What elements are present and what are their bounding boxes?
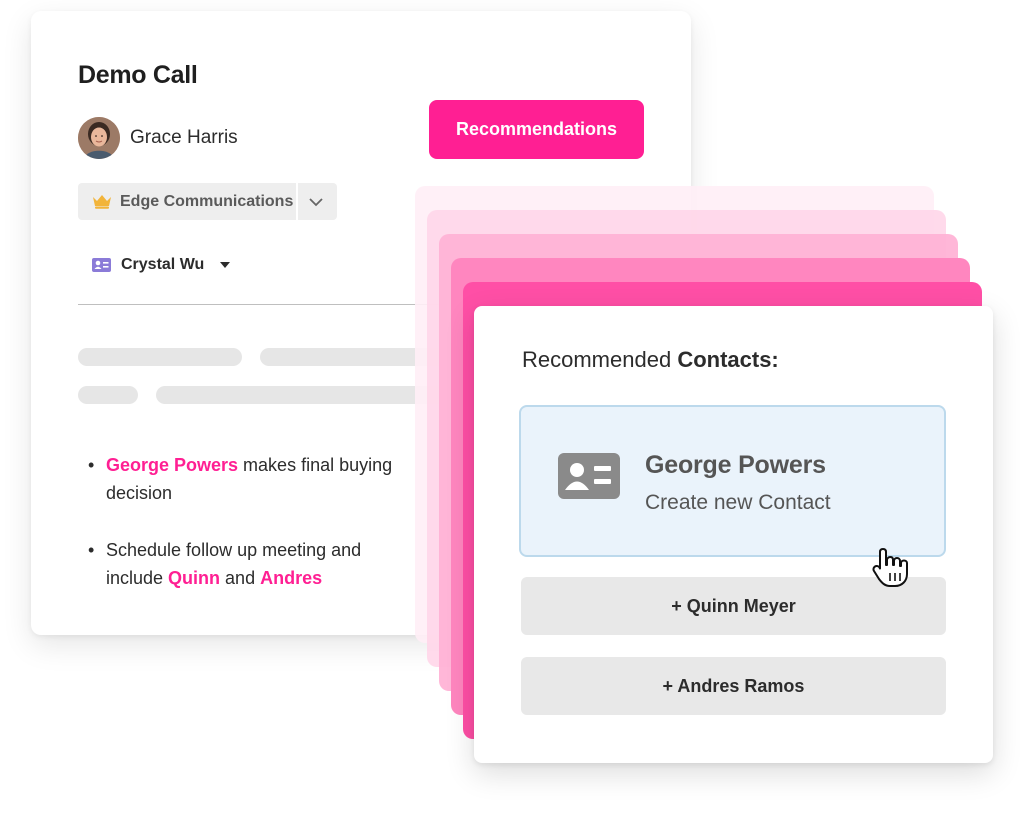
contact-selector[interactable]: Crystal Wu <box>92 255 231 275</box>
notes-list: George Powers makes final buying decisio… <box>88 451 408 621</box>
caret-down-icon[interactable] <box>220 262 231 268</box>
contact-name: George Powers <box>645 451 826 479</box>
contact-label: Crystal Wu <box>121 256 205 273</box>
panel-heading: Recommended Contacts: <box>522 347 779 373</box>
account-label: Edge Communications <box>120 193 294 210</box>
hand-cursor-icon <box>872 548 908 587</box>
contact-card-icon <box>92 258 111 272</box>
contact-mention: Andres <box>260 568 323 588</box>
page-title: Demo Call <box>78 61 198 89</box>
chevron-down-icon[interactable] <box>308 194 324 210</box>
recommended-contact-card[interactable]: George Powers Create new Contact <box>519 405 946 557</box>
contact-action: Create new Contact <box>645 491 831 514</box>
placeholder-bar <box>78 348 242 366</box>
add-contact-button[interactable]: + Andres Ramos <box>521 657 946 715</box>
account-selector[interactable]: Edge Communications <box>78 183 337 220</box>
list-item: Schedule follow up meeting and include Q… <box>88 536 408 592</box>
heading-prefix: Recommended <box>522 347 678 372</box>
contact-mention: George Powers <box>106 455 239 475</box>
heading-bold: Contacts: <box>677 347 779 372</box>
note-text: and <box>220 568 261 588</box>
recommendations-button[interactable]: Recommendations <box>429 100 644 159</box>
contact-mention: Quinn <box>168 568 221 588</box>
person-name: Grace Harris <box>130 127 238 148</box>
list-item: George Powers makes final buying decisio… <box>88 451 408 507</box>
recommended-contacts-panel: Recommended Contacts: George Powers Crea… <box>474 306 993 763</box>
placeholder-bar <box>78 386 138 404</box>
divider <box>296 183 298 220</box>
contact-card-icon <box>558 453 620 499</box>
crown-icon <box>93 195 111 209</box>
avatar[interactable] <box>78 117 120 159</box>
